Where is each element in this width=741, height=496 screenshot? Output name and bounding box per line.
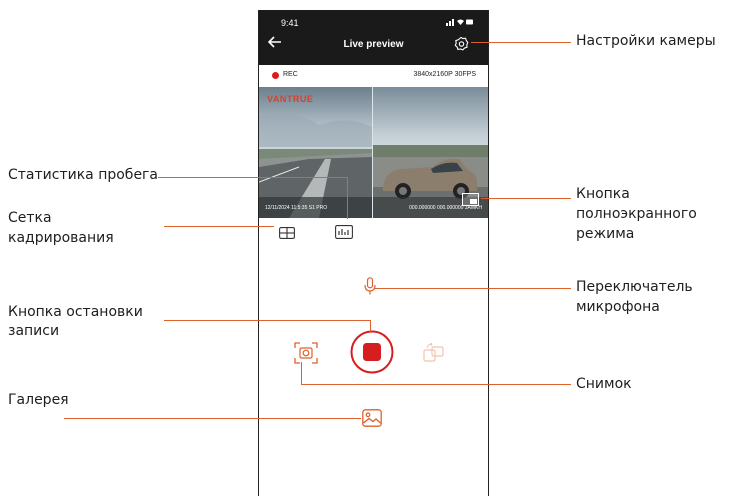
microphone-icon [364, 277, 376, 295]
image-gallery-icon [362, 409, 382, 427]
crop-grid-button[interactable] [279, 226, 295, 244]
label-fullscreen-3: режима [576, 226, 635, 242]
label-stop-1: Кнопка остановки [8, 304, 143, 320]
label-gallery: Галерея [8, 392, 69, 408]
callout-line-snapshot [301, 384, 571, 385]
rec-indicator-dot [272, 72, 279, 79]
fullscreen-icon [470, 199, 477, 204]
label-snapshot: Снимок [576, 376, 632, 392]
grid-icon [279, 227, 295, 239]
label-mic-1: Переключатель [576, 279, 693, 295]
stop-recording-button[interactable] [350, 330, 394, 379]
callout-line-snapshot-drop [301, 362, 302, 384]
gallery-button[interactable] [362, 409, 382, 432]
callout-line-mic [374, 288, 571, 289]
status-time: 9:41 [281, 18, 299, 28]
label-fullscreen-1: Кнопка [576, 186, 630, 202]
label-mileage-stats: Статистика пробега [8, 167, 158, 183]
live-video-preview[interactable]: VANTRUE 12/11/2024 11:5:35 S1 PRO 000.00… [259, 87, 488, 218]
callout-line-mileage-drop [347, 177, 348, 219]
mileage-stats-button[interactable] [335, 225, 353, 244]
label-crop-grid-1: Сетка [8, 210, 52, 226]
snapshot-button[interactable] [294, 342, 318, 369]
front-camera-view: VANTRUE 12/11/2024 11:5:35 S1 PRO [259, 87, 372, 218]
callout-line-fullscreen [481, 198, 571, 199]
label-camera-settings: Настройки камеры [576, 33, 716, 49]
phone-screen: 9:41 Live preview REC 3840x2160P 30FPS V… [258, 10, 489, 496]
bar-chart-icon [335, 225, 353, 239]
callout-line-mileage [158, 177, 348, 178]
rec-label: REC [283, 71, 298, 78]
status-icons [446, 18, 474, 28]
camera-snapshot-icon [294, 342, 318, 364]
label-fullscreen-2: полноэкранного [576, 206, 697, 222]
callout-line-stop [164, 320, 371, 321]
label-mic-2: микрофона [576, 299, 660, 315]
callout-line-stop-drop [370, 320, 371, 332]
label-crop-grid-2: кадрирования [8, 230, 114, 246]
label-stop-2: записи [8, 323, 60, 339]
callout-line-grid [164, 226, 274, 227]
settings-button[interactable] [453, 36, 469, 52]
switch-camera-icon [423, 342, 444, 362]
resolution-label: 3840x2160P 30FPS [413, 71, 476, 78]
switch-camera-button[interactable] [423, 342, 445, 368]
recording-status-row: REC 3840x2160P 30FPS [259, 65, 488, 87]
brand-watermark: VANTRUE [267, 94, 314, 104]
callout-line-settings [471, 42, 571, 43]
gear-icon [454, 36, 469, 51]
callout-line-gallery [64, 418, 361, 419]
fullscreen-button[interactable] [462, 193, 479, 206]
stop-record-icon [350, 330, 394, 374]
top-bar: 9:41 Live preview [259, 10, 488, 65]
video-osd-left: 12/11/2024 11:5:35 S1 PRO [265, 205, 328, 211]
